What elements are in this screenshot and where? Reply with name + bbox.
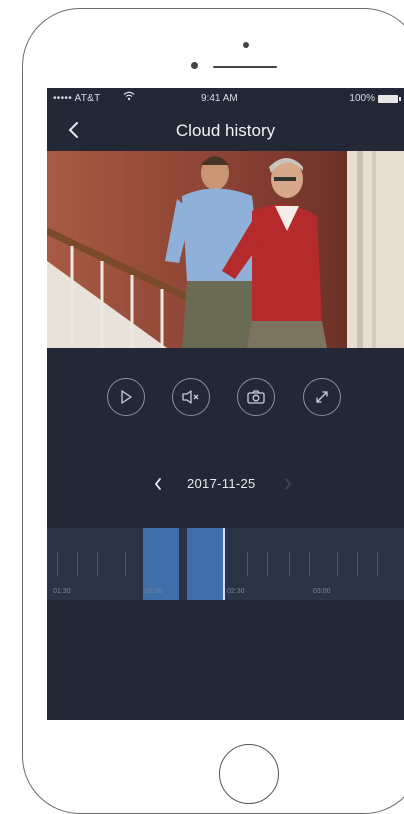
- battery-icon: [378, 94, 401, 103]
- home-button[interactable]: [219, 744, 279, 804]
- navigation-bar: Cloud history: [47, 110, 404, 150]
- timeline-tick: [247, 552, 248, 576]
- date-label: 2017-11-25: [187, 476, 256, 491]
- timeline-label: 02:00: [145, 588, 163, 595]
- timeline-tick: [357, 552, 358, 576]
- play-icon: [121, 390, 132, 404]
- proximity-sensor: [191, 62, 198, 69]
- wifi-icon: [123, 91, 135, 104]
- mute-button[interactable]: [172, 378, 210, 416]
- battery-percent: 100%: [349, 93, 375, 104]
- previous-day-button[interactable]: [147, 473, 169, 495]
- playback-controls: [47, 378, 404, 422]
- timeline-tick: [125, 552, 126, 576]
- chevron-left-icon: [154, 478, 161, 490]
- chevron-right-icon: [285, 478, 292, 490]
- date-selector: 2017-11-25: [47, 472, 404, 496]
- recorded-segment[interactable]: [187, 528, 223, 600]
- snapshot-button[interactable]: [237, 378, 275, 416]
- status-bar: ••••• AT&T 9:41 AM 100%: [47, 88, 404, 110]
- timeline-scrubber[interactable]: 01:30 02:00 02:30 03:00: [47, 528, 404, 600]
- earpiece-speaker: [213, 66, 277, 68]
- clock: 9:41 AM: [201, 93, 238, 104]
- playhead[interactable]: [223, 528, 225, 600]
- timeline-tick: [97, 552, 98, 576]
- camera-icon: [247, 390, 265, 404]
- page-title: Cloud history: [175, 121, 276, 140]
- timeline-tick: [267, 552, 268, 576]
- battery-indicator: 100%: [349, 93, 401, 104]
- front-camera: [243, 42, 249, 48]
- timeline-tick: [289, 552, 290, 576]
- video-player[interactable]: [47, 151, 404, 348]
- timeline-tick: [337, 552, 338, 576]
- timeline-label: 01:30: [53, 588, 71, 595]
- timeline-tick: [77, 552, 78, 576]
- speaker-mute-icon: [182, 390, 199, 404]
- timeline-label: 02:30: [227, 588, 245, 595]
- timeline-tick: [309, 552, 310, 576]
- carrier-label: ••••• AT&T: [53, 93, 101, 104]
- timeline-tick: [377, 552, 378, 576]
- play-button[interactable]: [107, 378, 145, 416]
- timeline-label: 03:00: [313, 588, 331, 595]
- next-day-button[interactable]: [277, 473, 299, 495]
- app-screen: ••••• AT&T 9:41 AM 100% Cloud history 20…: [47, 88, 404, 720]
- fullscreen-button[interactable]: [303, 378, 341, 416]
- timeline-tick: [57, 552, 58, 576]
- expand-icon: [316, 391, 328, 403]
- video-frame: [47, 151, 404, 348]
